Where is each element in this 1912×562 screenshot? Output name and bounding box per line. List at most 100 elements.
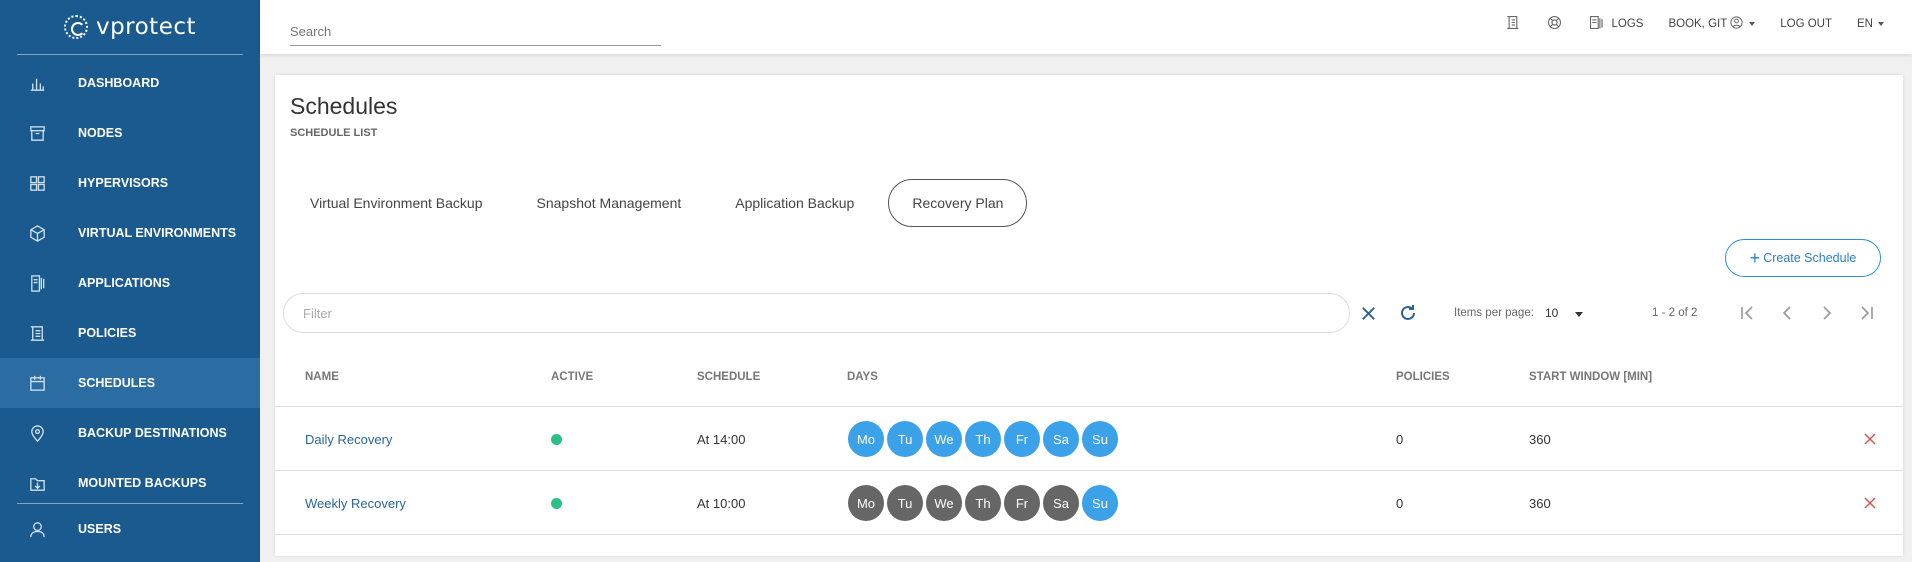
sidebar-item-label: VIRTUAL ENVIRONMENTS	[78, 226, 237, 240]
column-header-start-window[interactable]: START WINDOW [MIN]	[1529, 371, 1652, 383]
logs-button[interactable]: LOGS	[1588, 14, 1643, 34]
day-badge[interactable]: Mo	[848, 485, 884, 521]
sidebar-item-label: NODES	[78, 126, 123, 140]
schedule-cell: At 10:00	[697, 495, 746, 511]
next-page-button[interactable]	[1815, 301, 1839, 325]
server-icon	[27, 123, 47, 143]
chevron-down-icon[interactable]	[1575, 312, 1583, 317]
first-page-button[interactable]	[1735, 301, 1759, 325]
days-cell: Mo Tu We Th Fr Sa Su	[848, 471, 1121, 535]
pagination-range: 1 - 2 of 2	[1652, 307, 1698, 319]
sidebar-item-virtual-environments[interactable]: VIRTUAL ENVIRONMENTS	[0, 208, 260, 258]
sidebar-item-schedules[interactable]: SCHEDULES	[0, 358, 260, 408]
chevron-right-icon	[1823, 306, 1832, 320]
schedules-card: Schedules SCHEDULE LIST Virtual Environm…	[275, 75, 1903, 556]
day-badge[interactable]: Tu	[887, 485, 923, 521]
day-badge[interactable]: Su	[1082, 421, 1118, 457]
app-logo[interactable]: vprotect	[0, 0, 260, 54]
items-per-page-select[interactable]: 10	[1545, 306, 1558, 320]
sidebar-item-backup-destinations[interactable]: BACKUP DESTINATIONS	[0, 408, 260, 458]
day-badges: Mo Tu We Th Fr Sa Su	[848, 421, 1121, 457]
first-page-icon	[1741, 306, 1753, 320]
day-badge[interactable]: Fr	[1004, 485, 1040, 521]
day-badges: Mo Tu We Th Fr Sa Su	[848, 485, 1121, 521]
column-header-policies[interactable]: POLICIES	[1396, 371, 1450, 383]
create-schedule-label: Create Schedule	[1763, 251, 1857, 265]
logs-label: LOGS	[1611, 18, 1644, 30]
day-badge[interactable]: We	[926, 485, 962, 521]
user-icon	[27, 519, 47, 539]
filter-input[interactable]	[283, 293, 1350, 333]
top-actions: LOGS BOOK, GIT LOG OUT EN	[1479, 14, 1884, 34]
policies-shortcut-button[interactable]	[1504, 14, 1521, 34]
sidebar-item-users[interactable]: USERS	[0, 504, 260, 554]
sidebar-divider	[17, 54, 243, 55]
column-header-days: DAYS	[847, 371, 878, 383]
help-button[interactable]	[1546, 14, 1563, 34]
column-header-active[interactable]: ACTIVE	[551, 371, 593, 383]
sidebar-item-dashboard[interactable]: DASHBOARD	[0, 58, 260, 108]
day-badge[interactable]: Tu	[887, 421, 923, 457]
schedule-name-link[interactable]: Daily Recovery	[305, 407, 392, 471]
sidebar-item-nodes[interactable]: NODES	[0, 108, 260, 158]
refresh-icon[interactable]	[1398, 303, 1418, 323]
user-circle-icon	[1729, 15, 1744, 33]
chevron-left-icon	[1782, 306, 1791, 320]
delete-button[interactable]	[1862, 407, 1878, 471]
chevron-down-icon	[1878, 22, 1884, 26]
sidebar-nav: DASHBOARD NODES HYPERVISORS VIRTUAL ENVI…	[0, 58, 260, 508]
day-badge[interactable]: Th	[965, 421, 1001, 457]
location-pin-icon	[27, 423, 47, 443]
sidebar-item-policies[interactable]: POLICIES	[0, 308, 260, 358]
language-value: EN	[1857, 18, 1873, 30]
lifebuoy-icon	[1546, 14, 1563, 34]
sidebar-item-mounted-backups[interactable]: MOUNTED BACKUPS	[0, 458, 260, 508]
day-badge[interactable]: We	[926, 421, 962, 457]
day-badge[interactable]: Th	[965, 485, 1001, 521]
logout-button[interactable]: LOG OUT	[1780, 18, 1832, 30]
language-select[interactable]: EN	[1857, 18, 1884, 30]
chevron-down-icon	[1749, 22, 1756, 26]
column-header-name[interactable]: NAME	[305, 371, 339, 383]
previous-page-button[interactable]	[1775, 301, 1799, 325]
start-window-cell: 360	[1529, 495, 1551, 511]
days-cell: Mo Tu We Th Fr Sa Su	[848, 407, 1121, 471]
last-page-icon	[1861, 306, 1873, 320]
day-badge[interactable]: Sa	[1043, 485, 1079, 521]
tab-application-backup[interactable]: Application Backup	[715, 179, 874, 227]
sidebar-item-applications[interactable]: APPLICATIONS	[0, 258, 260, 308]
create-schedule-button[interactable]: + Create Schedule	[1725, 239, 1881, 277]
tab-recovery-plan[interactable]: Recovery Plan	[888, 179, 1028, 227]
user-menu[interactable]: BOOK, GIT	[1668, 15, 1756, 33]
search-field	[290, 19, 661, 46]
sidebar-item-label: SCHEDULES	[78, 376, 156, 390]
last-page-button[interactable]	[1855, 301, 1879, 325]
delete-icon	[1864, 433, 1876, 445]
day-badge[interactable]: Sa	[1043, 421, 1079, 457]
sidebar-item-label: DASHBOARD	[78, 76, 160, 90]
active-cell	[551, 471, 562, 535]
tab-snapshot-management[interactable]: Snapshot Management	[517, 179, 702, 227]
sidebar-item-hypervisors[interactable]: HYPERVISORS	[0, 158, 260, 208]
plus-icon: +	[1749, 248, 1761, 268]
start-window-cell: 360	[1529, 431, 1551, 447]
schedule-cell: At 14:00	[697, 431, 746, 447]
clear-filter-icon[interactable]	[1359, 304, 1378, 323]
table-row: Daily Recovery At 14:00 Mo Tu We Th Fr S…	[275, 407, 1903, 471]
schedule-type-tabs: Virtual Environment Backup Snapshot Mana…	[290, 179, 1041, 227]
policies-cell: 0	[1396, 431, 1404, 447]
column-header-schedule[interactable]: SCHEDULE	[697, 371, 760, 383]
page-subtitle: SCHEDULE LIST	[290, 127, 378, 139]
document-icon	[27, 323, 47, 343]
table-row: Weekly Recovery At 10:00 Mo Tu We Th Fr …	[275, 471, 1903, 535]
search-input[interactable]	[290, 19, 661, 43]
vprotect-logo-icon	[63, 15, 88, 39]
schedule-name-link[interactable]: Weekly Recovery	[305, 471, 406, 535]
logs-icon	[1588, 14, 1605, 34]
day-badge[interactable]: Su	[1082, 485, 1118, 521]
delete-button[interactable]	[1862, 471, 1878, 535]
top-bar: LOGS BOOK, GIT LOG OUT EN	[260, 0, 1912, 54]
tab-virtual-environment-backup[interactable]: Virtual Environment Backup	[290, 179, 503, 227]
day-badge[interactable]: Mo	[848, 421, 884, 457]
day-badge[interactable]: Fr	[1004, 421, 1040, 457]
